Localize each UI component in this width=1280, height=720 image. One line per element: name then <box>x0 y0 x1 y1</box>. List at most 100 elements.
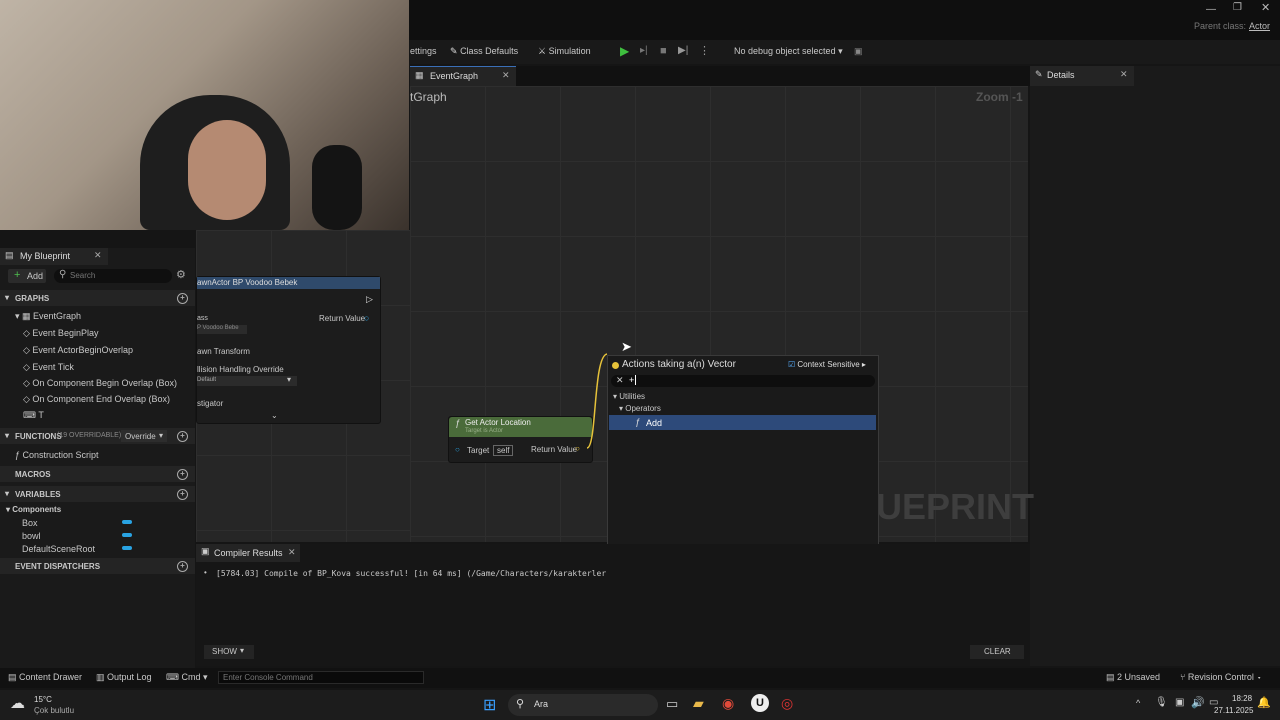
show-button[interactable]: SHOW ▾ <box>204 645 254 659</box>
spawn-actor-node[interactable]: awnActor BP Voodoo Bebek ▷ Return Value … <box>196 276 381 424</box>
functions-section-header[interactable]: ▾ FUNCTIONS (19 OVERRIDABLE) Override ▾ … <box>0 428 195 444</box>
file-explorer-icon[interactable]: ▰ <box>693 695 704 712</box>
debug-object-select[interactable]: No debug object selected ▾ <box>734 40 843 64</box>
skip-icon[interactable]: ▶| <box>678 40 688 64</box>
exec-out-pin-icon[interactable]: ▷ <box>366 294 373 305</box>
class-select-value: P Voodoo Bebe <box>197 325 239 331</box>
search-input[interactable] <box>70 270 166 281</box>
class-defaults-button[interactable]: ✎ Class Defaults <box>450 40 518 64</box>
event-label: On Component Begin Overlap (Box) <box>32 378 177 388</box>
settings-gear-icon[interactable]: ⚙ <box>176 268 186 281</box>
category-operators[interactable]: ▾ Operators <box>619 404 661 413</box>
get-actor-location-node[interactable]: ƒ Get Actor Location Target is Actor ○ T… <box>448 416 593 463</box>
tab-event-graph[interactable]: ▦ EventGraph ✕ <box>410 66 516 87</box>
clock-time[interactable]: 18:28 <box>1232 694 1252 703</box>
volume-icon[interactable]: 🔊 <box>1191 696 1205 709</box>
event-graph-item[interactable]: ▾ ▦ EventGraph <box>15 311 81 322</box>
clear-button[interactable]: CLEAR <box>970 645 1024 659</box>
start-icon[interactable]: ⊞ <box>483 695 496 715</box>
close-window-icon[interactable]: ✕ <box>1261 1 1270 14</box>
add-macro-icon[interactable]: + <box>177 469 188 480</box>
add-graph-icon[interactable]: + <box>177 293 188 304</box>
add-dispatcher-icon[interactable]: + <box>177 561 188 572</box>
step-icon[interactable]: ▸| <box>640 40 648 64</box>
microphone-icon[interactable]: 🎙 <box>1155 697 1168 708</box>
tab-compiler-results[interactable]: ▣ Compiler Results ✕ <box>196 544 300 562</box>
close-my-blueprint-icon[interactable]: ✕ <box>94 250 102 261</box>
weather-icon[interactable]: ☁ <box>10 694 25 712</box>
add-variable-icon[interactable]: + <box>177 489 188 500</box>
close-details-icon[interactable]: ✕ <box>1120 69 1128 80</box>
components-category[interactable]: ▾ Components <box>6 505 61 514</box>
component-variable[interactable]: bowl <box>22 531 41 541</box>
notification-icon[interactable]: 🔔 <box>1257 696 1271 709</box>
close-tab-icon[interactable]: ✕ <box>502 70 510 81</box>
network-icon[interactable]: ▣ <box>1175 697 1184 708</box>
unreal-engine-icon[interactable]: U <box>751 694 769 712</box>
category-utilities[interactable]: ▾ Utilities <box>613 392 645 401</box>
component-type-pill <box>122 546 132 550</box>
override-dropdown[interactable]: Override ▾ <box>121 430 167 442</box>
expand-node-icon[interactable]: ⌄ <box>271 411 278 420</box>
add-button[interactable]: + Add <box>8 269 46 283</box>
collision-select[interactable]: Default ▾ <box>197 375 297 386</box>
event-item[interactable]: ⌨ T <box>23 410 44 421</box>
debug-browse-icon[interactable]: ▣ <box>854 40 863 64</box>
event-item[interactable]: ◇ On Component Begin Overlap (Box) <box>23 378 177 389</box>
console-input[interactable] <box>218 671 424 684</box>
function-icon: ƒ <box>635 417 641 427</box>
clock-date[interactable]: 27.11.2025 <box>1214 706 1253 715</box>
component-variable[interactable]: Box <box>22 518 38 528</box>
unsaved-indicator[interactable]: ▤ 2 Unsaved <box>1106 672 1160 683</box>
play-icon[interactable]: ▶ <box>620 40 629 64</box>
vector-pin-icon[interactable]: ○ <box>575 444 580 453</box>
cmd-dropdown[interactable]: ⌨ Cmd ▾ <box>166 672 208 683</box>
graphs-section-header[interactable]: ▾ GRAPHS + <box>0 290 195 306</box>
parent-class-value[interactable]: Actor <box>1249 21 1270 31</box>
stop-icon[interactable]: ■ <box>660 40 667 64</box>
more-options-icon[interactable]: ⋮ <box>699 40 710 64</box>
action-item-add[interactable]: ƒ Add <box>609 415 876 430</box>
my-blueprint-tab[interactable]: ▤ My Blueprint ✕ <box>0 248 108 265</box>
close-compiler-icon[interactable]: ✕ <box>288 547 296 558</box>
search-box[interactable]: ⚲ <box>54 269 172 283</box>
minimize-icon[interactable]: — <box>1206 4 1216 15</box>
dispatchers-section-header[interactable]: EVENT DISPATCHERS + <box>0 558 195 574</box>
taskbar-search[interactable]: ⚲ Ara <box>508 694 658 716</box>
action-search-box[interactable]: ✕ + <box>611 375 875 387</box>
task-view-icon[interactable]: ▭ <box>666 696 678 712</box>
context-sensitive-toggle[interactable]: ☑ Context Sensitive ▸ <box>788 360 866 369</box>
event-item[interactable]: ◇ Event ActorBeginOverlap <box>23 345 133 356</box>
taskbar: ☁ 15°C Çok bulutlu ⊞ ⚲ Ara ▭ ▰ ◉ U ◎ ^ 🎙… <box>0 690 1280 720</box>
add-function-icon[interactable]: + <box>177 431 188 442</box>
construction-script-item[interactable]: ƒ Construction Script <box>15 450 99 460</box>
class-settings-button[interactable]: ettings <box>410 40 437 64</box>
object-pin-icon[interactable]: ○ <box>364 313 369 323</box>
tab-details[interactable]: ✎ Details ✕ <box>1030 66 1134 86</box>
event-item[interactable]: ◇ Event BeginPlay <box>23 328 98 339</box>
clear-search-icon[interactable]: ✕ <box>616 375 624 386</box>
macros-section-header[interactable]: MACROS + <box>0 466 195 482</box>
tray-chevron-icon[interactable]: ^ <box>1136 698 1140 708</box>
content-drawer-button[interactable]: ▤ Content Drawer <box>8 672 82 683</box>
target-pin-icon[interactable]: ○ <box>455 445 460 454</box>
event-item[interactable]: ◇ On Component End Overlap (Box) <box>23 394 170 405</box>
simulation-button[interactable]: ⚔ Simulation <box>538 40 591 64</box>
chrome-icon[interactable]: ◉ <box>722 695 734 712</box>
variables-section-header[interactable]: ▾ VARIABLES + <box>0 486 195 502</box>
self-value[interactable]: self <box>493 445 514 456</box>
add-label: Add <box>27 271 44 281</box>
function-icon: ƒ <box>455 418 461 428</box>
output-log-button[interactable]: ▥ Output Log <box>96 672 152 683</box>
parent-class-label: Parent class: <box>1194 21 1247 31</box>
recording-app-icon[interactable]: ◎ <box>781 695 793 712</box>
event-label: Event Tick <box>32 362 74 372</box>
event-item[interactable]: ◇ Event Tick <box>23 362 74 373</box>
event-label: Event BeginPlay <box>32 328 99 338</box>
action-menu-title: Actions taking a(n) Vector <box>622 359 736 370</box>
component-variable[interactable]: DefaultSceneRoot <box>22 544 95 554</box>
revision-control-button[interactable]: ⑂ Revision Control ▾ <box>1180 672 1262 682</box>
action-search-input[interactable]: + <box>629 375 637 385</box>
class-select[interactable]: P Voodoo Bebe <box>197 325 247 334</box>
restore-icon[interactable]: ❐ <box>1233 2 1242 13</box>
